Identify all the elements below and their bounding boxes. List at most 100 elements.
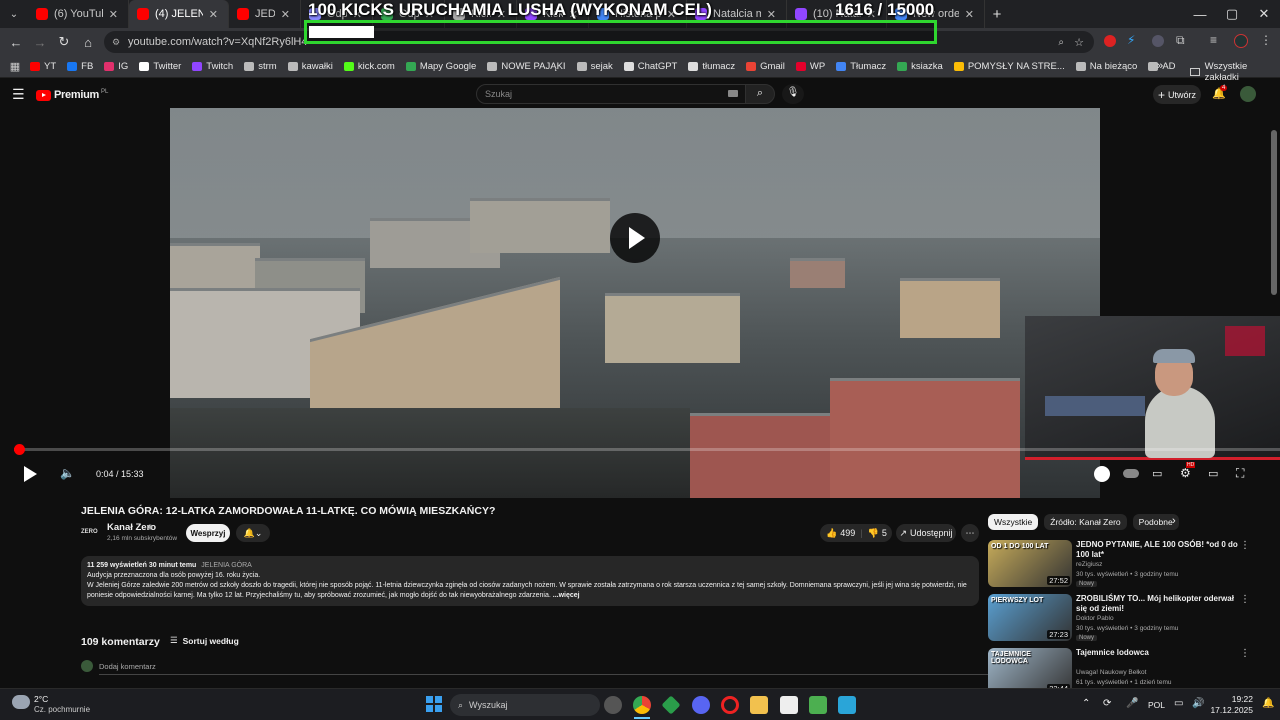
more-options-icon[interactable]: ⋮	[1240, 540, 1250, 551]
bookmark-item[interactable]: tłumacz	[688, 61, 735, 72]
voice-search-icon[interactable]: 🎙	[782, 84, 804, 104]
recommended-video[interactable]: OD 1 DO 100 LAT 27:52 JEDNO PYTANIE, ALE…	[988, 540, 1258, 592]
close-icon[interactable]: ✕	[1248, 6, 1280, 22]
bookmark-item[interactable]: Twitch	[192, 61, 233, 72]
fullscreen-icon[interactable]: ⛶	[1236, 466, 1244, 481]
bookmark-item[interactable]: ChatGPT	[623, 61, 677, 72]
capcut-taskbar-icon[interactable]	[780, 696, 798, 714]
bookmark-item[interactable]: Na bieżąco	[1075, 61, 1137, 72]
chips-next-icon[interactable]: ›	[1172, 515, 1176, 527]
account-avatar[interactable]	[1240, 86, 1256, 102]
autoplay-toggle[interactable]	[1123, 469, 1139, 478]
bookmark-item[interactable]: Mapy Google	[405, 61, 476, 72]
bookmark-star-icon[interactable]: ☆	[1074, 36, 1084, 49]
profile-extension-icon[interactable]	[1152, 35, 1164, 47]
bookmark-item[interactable]: strm	[244, 61, 277, 72]
description-hashtag[interactable]: JELENIA GÓRA	[201, 562, 252, 569]
taskbar-search[interactable]: ⌕ Wyszukaj	[450, 694, 600, 716]
zoom-icon[interactable]: ⌕	[1058, 37, 1064, 48]
menu-kebab-icon[interactable]: ⋮	[1260, 33, 1272, 47]
bookmark-item[interactable]: kick.com	[343, 61, 395, 72]
video-player[interactable]	[170, 108, 1100, 498]
play-overlay-button[interactable]	[610, 213, 660, 263]
search-input[interactable]: Szukaj	[476, 84, 746, 104]
share-button[interactable]: ↗ Udostępnij	[896, 524, 956, 542]
recommended-title[interactable]: ZROBILIŚMY TO... Mój helikopter oderwał …	[1076, 594, 1246, 614]
bookmark-item[interactable]: sejak	[576, 61, 613, 72]
bookmark-item[interactable]: Twitter	[139, 61, 181, 72]
app-taskbar-icon[interactable]	[809, 696, 827, 714]
like-icon[interactable]: 👍	[826, 528, 837, 539]
description-more-link[interactable]: ...więcej	[553, 592, 580, 599]
settings-gear-icon[interactable]: ⚙	[1180, 466, 1191, 480]
new-tab-button[interactable]: +	[985, 6, 1009, 23]
bookmark-item[interactable]: NOWE PAJĄKI	[487, 61, 566, 72]
tab-close-icon[interactable]: ✕	[761, 8, 776, 21]
theater-mode-icon[interactable]: ▭	[1208, 467, 1218, 480]
clock-time[interactable]: 19:22	[1213, 694, 1253, 704]
browser-tab[interactable]: JEDNO PYTAN✕	[229, 0, 301, 28]
notifications-tray-icon[interactable]: 🔔	[1262, 698, 1274, 709]
more-actions-icon[interactable]: ⋯	[961, 524, 979, 542]
video-thumbnail[interactable]: OD 1 DO 100 LAT 27:52	[988, 540, 1072, 587]
tab-close-icon[interactable]: ✕	[103, 8, 118, 21]
opera-taskbar-icon[interactable]	[721, 696, 739, 714]
record-extension-icon[interactable]	[1104, 35, 1116, 47]
keyboard-icon[interactable]	[728, 90, 738, 97]
bookmark-item[interactable]: Tłumacz	[836, 61, 886, 72]
microphone-tray-icon[interactable]: 🎤	[1126, 698, 1138, 709]
network-icon[interactable]: ▭	[1174, 698, 1183, 709]
bookmark-item[interactable]: ksiazka	[897, 61, 943, 72]
sort-comments-button[interactable]: ☰ Sortuj według	[170, 635, 239, 646]
chrome-taskbar-icon[interactable]	[633, 696, 651, 714]
notepad-taskbar-icon[interactable]	[838, 696, 856, 714]
forward-icon[interactable]: →	[28, 35, 52, 50]
home-icon[interactable]: ⌂	[76, 35, 100, 50]
join-button[interactable]: Wesprzyj	[186, 524, 230, 542]
filter-chip[interactable]: Źródło: Kanał Zero	[1044, 514, 1127, 530]
minimize-icon[interactable]: —	[1184, 7, 1216, 22]
tray-app-icon[interactable]: ⟳	[1103, 698, 1111, 709]
apps-grid-icon[interactable]: ▦	[0, 60, 30, 73]
obs-taskbar-icon[interactable]	[604, 696, 622, 714]
maximize-icon[interactable]: ▢	[1216, 6, 1248, 22]
bookmarks-more-icon[interactable]: »	[1157, 60, 1163, 72]
video-progress-track[interactable]	[14, 448, 1280, 451]
recommended-channel[interactable]: reZigiusz	[1076, 561, 1102, 568]
dislike-icon[interactable]: 👎	[868, 528, 879, 539]
clock-date[interactable]: 17.12.2025	[1207, 705, 1253, 715]
language-indicator[interactable]: POL	[1148, 700, 1165, 710]
browser-tab[interactable]: (6) YouTube✕	[28, 0, 129, 28]
app-taskbar-icon[interactable]	[661, 695, 681, 715]
extension-icon[interactable]: ⚡	[1127, 33, 1135, 47]
profile-avatar[interactable]	[1234, 34, 1248, 48]
discord-taskbar-icon[interactable]	[692, 696, 710, 714]
recommended-channel[interactable]: Doktor Pablo	[1076, 615, 1114, 622]
youtube-logo[interactable]: Premium PL	[36, 89, 108, 101]
search-button[interactable]: ⌕	[745, 84, 775, 104]
tab-close-icon[interactable]: ✕	[203, 8, 218, 21]
subtitles-icon[interactable]: ▭	[1152, 467, 1162, 480]
tab-search-icon[interactable]: ⌄	[0, 9, 28, 20]
volume-icon[interactable]: 🔈	[60, 466, 75, 480]
subscription-bell-button[interactable]: 🔔⌄	[236, 524, 270, 542]
bookmark-item[interactable]: kawałki	[287, 61, 333, 72]
ad-block-shield-icon[interactable]	[1094, 466, 1110, 482]
tab-close-icon[interactable]: ✕	[959, 8, 974, 21]
page-scrollbar[interactable]	[1271, 130, 1277, 295]
add-comment-input[interactable]: Dodaj komentarz	[99, 662, 156, 671]
reload-icon[interactable]: ↻	[52, 34, 76, 50]
bookmark-item[interactable]: IG	[104, 61, 128, 72]
bookmark-item[interactable]: Gmail	[746, 61, 785, 72]
file-explorer-taskbar-icon[interactable]	[750, 696, 768, 714]
more-options-icon[interactable]: ⋮	[1240, 594, 1250, 605]
browser-tab[interactable]: (4) JELENIA GÓ✕	[129, 0, 229, 28]
channel-logo[interactable]: ZERO	[81, 526, 101, 540]
video-thumbnail[interactable]: PIERWSZY LOT 27:23	[988, 594, 1072, 641]
weather-cloud-icon[interactable]	[12, 695, 30, 709]
bookmark-item[interactable]: POMYSŁY NA STRE...	[953, 61, 1065, 72]
create-button[interactable]: + Utwórz	[1153, 85, 1201, 104]
description-box[interactable]: 11 259 wyświetleń 30 minut temu JELENIA …	[81, 556, 979, 606]
tray-overflow-icon[interactable]: ⌃	[1082, 698, 1090, 709]
filter-chip[interactable]: Wszystkie	[988, 514, 1039, 530]
